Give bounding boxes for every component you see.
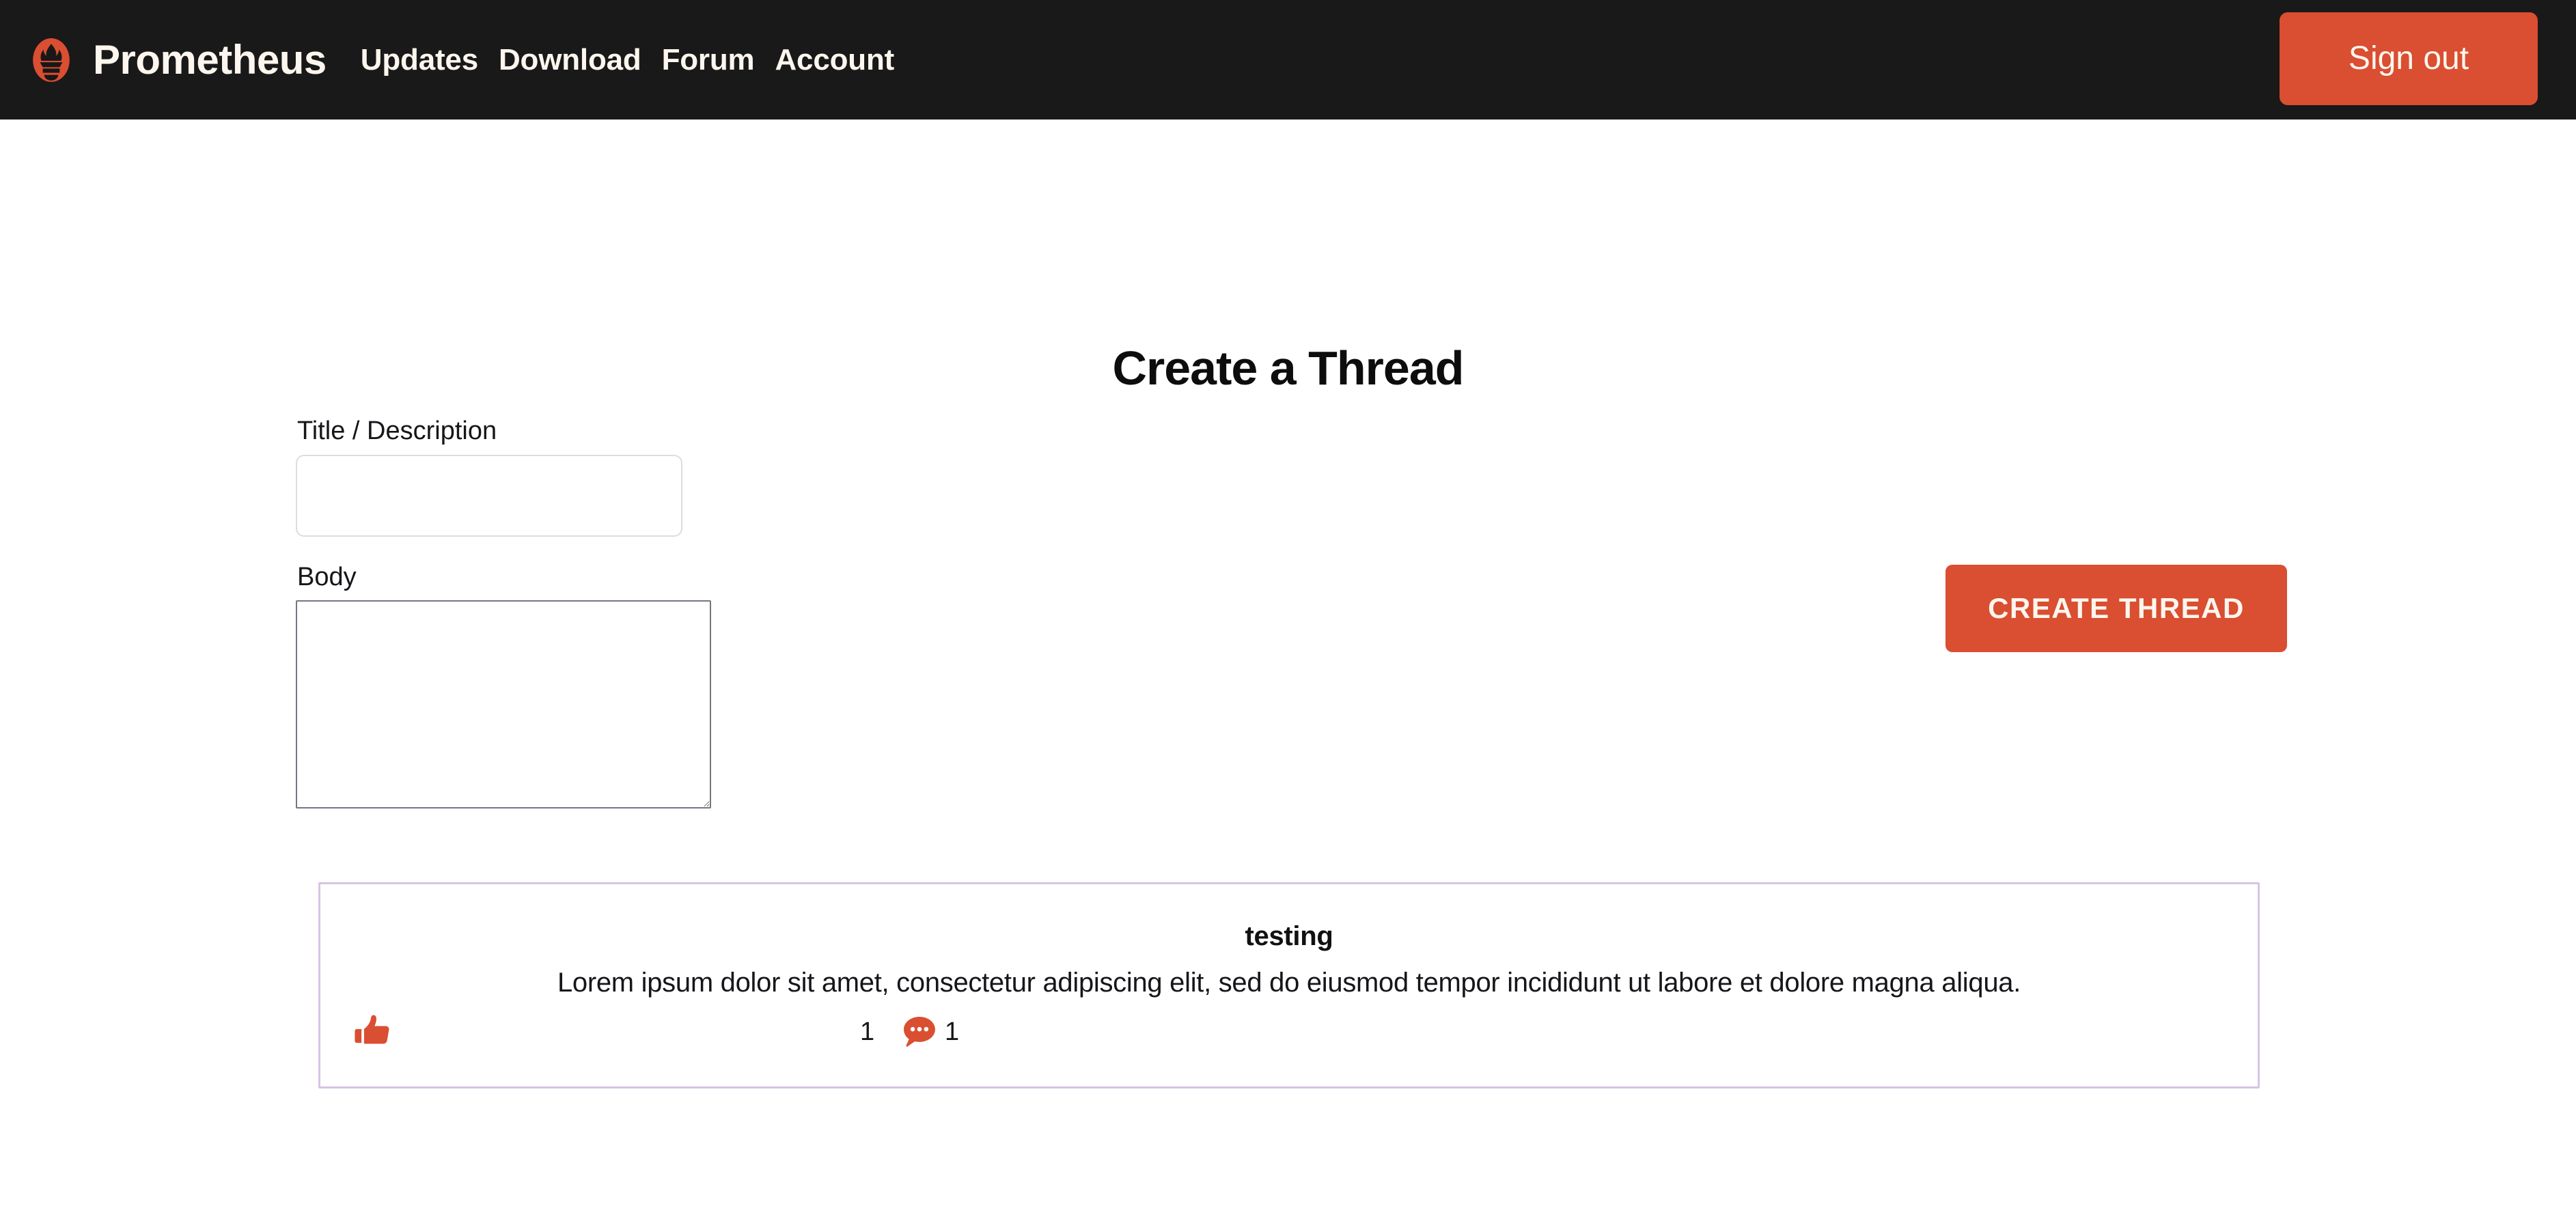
comment-group[interactable]: 1 bbox=[901, 1013, 959, 1050]
nav-item-download[interactable]: Download bbox=[499, 43, 641, 77]
comment-bubble-icon[interactable] bbox=[901, 1013, 938, 1050]
thread-body: Lorem ipsum dolor sit amet, consectetur … bbox=[557, 968, 2021, 998]
nav-item-updates[interactable]: Updates bbox=[361, 43, 478, 77]
thread-card[interactable]: testing Lorem ipsum dolor sit amet, cons… bbox=[318, 882, 2260, 1088]
body-textarea[interactable] bbox=[296, 600, 711, 809]
body-field-label: Body bbox=[297, 562, 357, 591]
title-input[interactable] bbox=[296, 454, 682, 537]
brand-name: Prometheus bbox=[93, 37, 327, 83]
like-count: 1 bbox=[860, 1017, 875, 1046]
nav-item-account[interactable]: Account bbox=[775, 43, 894, 77]
like-group[interactable] bbox=[355, 1013, 391, 1050]
nav-item-forum[interactable]: Forum bbox=[662, 43, 755, 77]
page-title: Create a Thread bbox=[1112, 341, 1464, 395]
thumbs-up-icon[interactable] bbox=[355, 1013, 391, 1050]
sign-out-button[interactable]: Sign out bbox=[2280, 12, 2538, 105]
create-thread-button[interactable]: CREATE THREAD bbox=[1945, 565, 2287, 652]
brand-home-link[interactable]: Prometheus bbox=[29, 36, 327, 83]
top-navbar: Prometheus Updates Download Forum Accoun… bbox=[0, 0, 2576, 120]
prometheus-torch-icon bbox=[29, 38, 74, 83]
thread-title: testing bbox=[1245, 921, 1333, 951]
thread-actions: 1 1 bbox=[320, 1013, 2258, 1068]
create-thread-form: Title / Description Body bbox=[296, 417, 711, 809]
title-field-label: Title / Description bbox=[297, 417, 497, 445]
comment-count: 1 bbox=[945, 1017, 960, 1046]
primary-nav: Updates Download Forum Account bbox=[361, 43, 895, 77]
